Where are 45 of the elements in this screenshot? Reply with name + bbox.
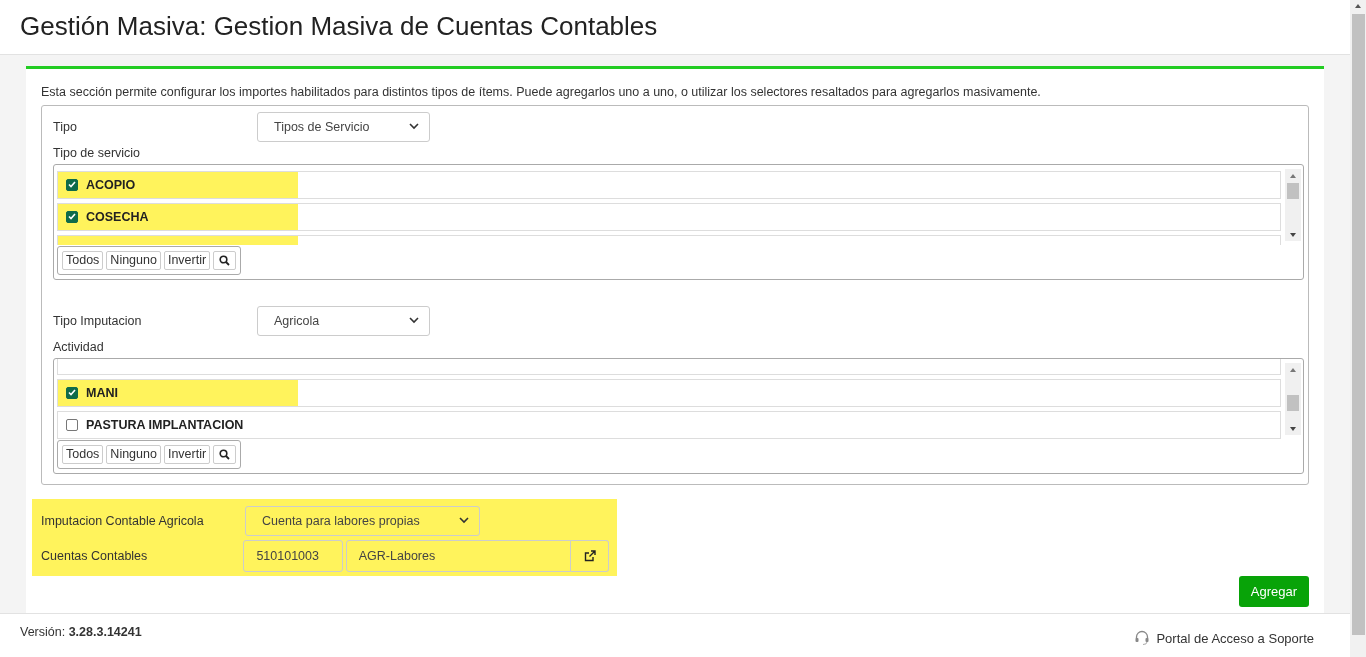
open-link-button[interactable] [571, 539, 609, 572]
account-name-field[interactable]: AGR-Labores [345, 539, 572, 572]
search-button[interactable] [213, 444, 237, 464]
imputacion-select[interactable]: Agricola [257, 305, 430, 336]
search-button[interactable] [213, 250, 237, 270]
list-item[interactable]: COSECHA [57, 202, 1281, 231]
item-label: COSECHA [86, 209, 149, 224]
tipo-select[interactable]: Tipos de Servicio [257, 111, 430, 142]
field-label: Imputacion Contable Agricola [41, 513, 205, 528]
caret-icon [409, 317, 419, 325]
field-label: Actividad [53, 339, 105, 354]
scrollbar[interactable] [1285, 362, 1301, 435]
caret-icon [459, 517, 469, 525]
description-text: Esta sección permite configurar los importes habilitados para distintos tipos de ítems. Puede agregarlos uno a uno, o utilizar los selectores resaltados para agregarlos masivamente. [41, 84, 1042, 99]
selector-button[interactable]: Todos [62, 444, 104, 464]
field-label: Tipo Imputacion [53, 313, 143, 328]
item-label: MANI [86, 385, 118, 400]
field-label: Tipo de servicio [53, 145, 142, 160]
checkbox[interactable] [66, 418, 78, 431]
caret-icon [409, 123, 419, 131]
checkbox[interactable] [66, 386, 78, 399]
selector-button[interactable]: Invertir [163, 444, 211, 464]
checkbox[interactable] [66, 178, 78, 191]
support-link[interactable]: Portal de Acceso a Soporte [1134, 630, 1314, 647]
selector-button[interactable]: Invertir [163, 250, 211, 270]
list-item[interactable]: MANI [57, 378, 1281, 407]
account-code-field[interactable]: 510101003 [243, 539, 343, 572]
headset-icon [1134, 630, 1151, 647]
selector-button[interactable]: Ninguno [106, 250, 161, 270]
version-text: Versión: 3.28.3.14241 [20, 625, 142, 640]
checkbox[interactable] [66, 210, 78, 223]
search-icon [219, 254, 231, 266]
selector-button[interactable]: Ninguno [106, 444, 161, 464]
selector-button[interactable]: Todos [62, 250, 104, 270]
item-label: ACOPIO [86, 177, 136, 192]
search-icon [219, 448, 231, 460]
list-item[interactable]: PASTURA IMPLANTACION [57, 410, 1281, 439]
item-label: PASTURA IMPLANTACION [86, 417, 244, 432]
external-link-icon [583, 549, 596, 562]
list-item[interactable]: ACOPIO [57, 170, 1281, 199]
field-label: Tipo [53, 119, 78, 134]
cuenta-select[interactable]: Cuenta para labores propias [245, 505, 480, 536]
field-label: Cuentas Contables [41, 548, 149, 563]
page-title: Gestión Masiva: Gestion Masiva de Cuentas Contables [20, 11, 658, 43]
scrollbar[interactable] [1285, 168, 1301, 241]
